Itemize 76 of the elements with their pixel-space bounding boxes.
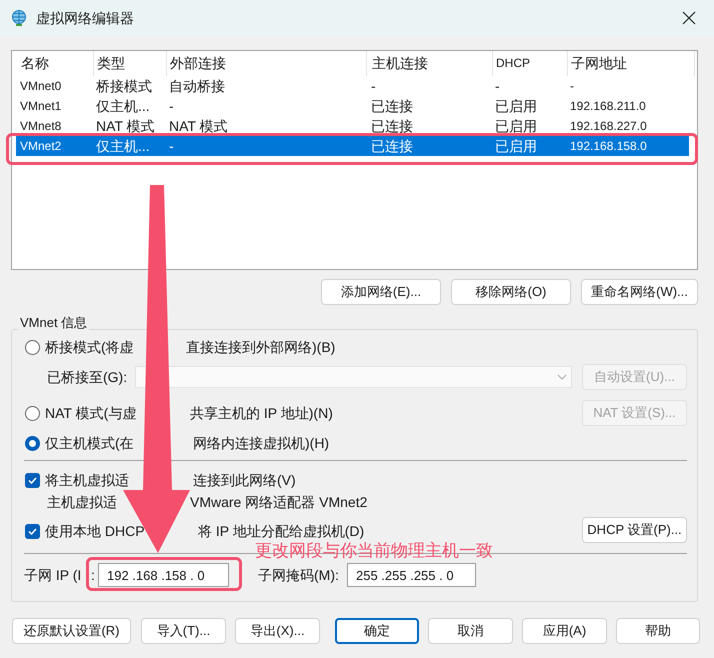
field-label: 子网 IP (I (24, 566, 82, 585)
table-cell-text: VMnet2 (20, 138, 62, 155)
table-row[interactable]: VMnet8 NAT 模式 NAT 模式 已连接 已启用 192.168.227.0 (12, 116, 697, 136)
table-cell-text: 192.168.211.0 (570, 98, 646, 115)
column-header[interactable]: 外部连接 (169, 51, 367, 76)
table-cell-text: 192.168.227.0 (570, 118, 647, 135)
radio-label[interactable]: NAT 模式(与虚 (45, 403, 136, 424)
radio-label[interactable]: 共享主机的 IP 地址)(N) (190, 403, 333, 424)
annotation-note: 更改网段与你当前物理主机一致 (255, 540, 493, 562)
table-cell-text: VMnet0 (20, 78, 62, 95)
checkbox-label[interactable]: 将主机虚拟适 (45, 470, 129, 491)
radio-label[interactable]: 桥接模式(将虚 (45, 337, 134, 358)
table-cell-text: VMnet8 (20, 118, 62, 135)
checkbox-label[interactable]: 连接到此网络(V) (193, 470, 296, 491)
checkbox[interactable] (25, 472, 40, 488)
radio-button[interactable] (25, 340, 40, 354)
group-title: VMnet 信息 (18, 313, 90, 332)
table-row[interactable]: VMnet1 仅主机... - 已连接 已启用 192.168.211.0 (12, 96, 697, 116)
table-cell-text: 已连接 (371, 137, 413, 156)
table-cell-text: 已启用 (495, 117, 537, 136)
table-cell-text: 自动桥接 (169, 77, 225, 96)
dialog-button[interactable]: 帮助 (616, 618, 700, 644)
table-cell-text: 仅主机... (96, 97, 150, 116)
table-cell-text: - (570, 78, 574, 95)
adapter-name-text: 主机虚拟适 (47, 493, 117, 512)
dialog-button[interactable]: DHCP 设置(P)... (582, 517, 687, 543)
dialog-button[interactable]: 导入(T)... (141, 618, 226, 644)
dialog-button[interactable]: 还原默认设置(R) (12, 618, 131, 644)
table-row[interactable]: VMnet0 桥接模式 自动桥接 - - - (12, 76, 697, 96)
table-cell-text: 仅主机... (96, 137, 150, 156)
adapter-name-text: VMware 网络适配器 VMnet2 (190, 493, 368, 512)
window-title: 虚拟网络编辑器 (36, 8, 135, 28)
column-header[interactable]: 名称 (20, 51, 94, 76)
checkbox-label[interactable]: 使用本地 DHCP (45, 521, 145, 542)
radio-button[interactable] (25, 406, 40, 420)
table-cell-text: 已连接 (371, 117, 413, 136)
table-cell-text: VMnet1 (20, 98, 62, 115)
globe-icon (10, 9, 28, 27)
dialog-button[interactable]: 移除网络(O) (451, 279, 571, 305)
column-header[interactable]: 类型 (96, 51, 167, 76)
subnet-ip-field[interactable]: 192 .168 .158 . 0 (98, 563, 229, 587)
radio-label[interactable]: 网络内连接虚拟机)(H) (193, 433, 330, 454)
checkbox-label[interactable]: 将 IP 地址分配给虚拟机(D) (198, 521, 364, 542)
table-cell-text: - (371, 77, 376, 96)
table-cell-text: - (169, 97, 174, 116)
subnet-mask-field[interactable]: 255 .255 .255 . 0 (347, 563, 476, 587)
table-cell-text: NAT 模式 (96, 117, 155, 136)
table-cell-text: NAT 模式 (169, 117, 228, 136)
close-icon[interactable] (682, 11, 696, 25)
radio-label[interactable]: 直接连接到外部网络)(B) (186, 337, 336, 358)
dialog-button[interactable]: 取消 (428, 618, 513, 644)
dialog-button[interactable]: 导出(X)... (235, 618, 320, 644)
table-cell-text: 桥接模式 (96, 77, 152, 96)
table-cell-text: 已连接 (371, 97, 413, 116)
radio-label[interactable]: 仅主机模式(在 (45, 433, 134, 454)
chevron-down-icon (557, 374, 567, 380)
column-header[interactable]: 子网地址 (570, 51, 695, 76)
table-cell-text: 已启用 (495, 97, 537, 116)
field-label: : (91, 566, 95, 585)
dialog-button[interactable]: 确定 (335, 618, 419, 644)
check-icon (27, 474, 38, 486)
column-header[interactable]: 主机连接 (371, 51, 493, 76)
table-cell-text: 192.168.158.0 (570, 138, 647, 155)
check-icon (27, 526, 38, 536)
column-header[interactable]: DHCP (495, 51, 568, 76)
field-label: 子网掩码(M): (258, 566, 339, 585)
table-cell-text: - (169, 137, 174, 156)
radio-button[interactable] (25, 436, 40, 450)
table-cell-text: 已启用 (495, 137, 537, 156)
dialog-button[interactable]: 应用(A) (522, 618, 607, 644)
table-row[interactable]: VMnet2 仅主机... - 已连接 已启用 192.168.158.0 (16, 136, 689, 156)
checkbox[interactable] (25, 524, 40, 538)
table-cell-text: - (495, 77, 500, 96)
dialog-button[interactable]: 重命名网络(W)... (581, 279, 698, 305)
field-label: 已桥接至(G): (47, 368, 128, 387)
dialog-button[interactable]: 添加网络(E)... (321, 279, 441, 305)
